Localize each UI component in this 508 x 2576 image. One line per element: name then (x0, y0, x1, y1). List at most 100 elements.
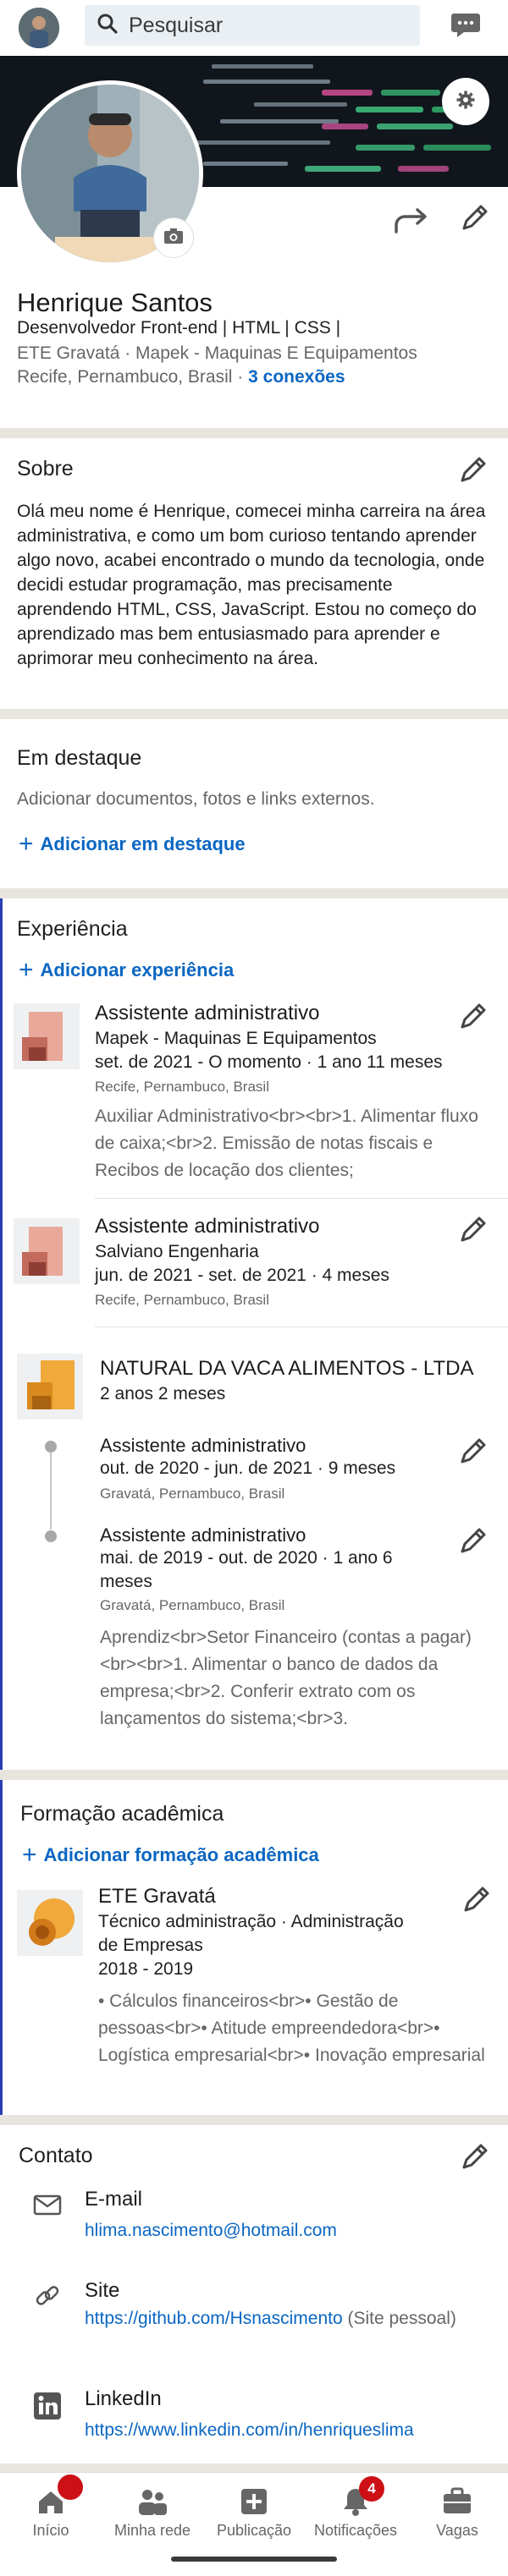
profile-name: Henrique Santos (17, 288, 213, 317)
profile-location-line: Recife, Pernambuco, Brasil · 3 conexões (17, 367, 345, 387)
school-logo (17, 1890, 83, 1956)
role-dates: out. de 2020 - jun. de 2021 · 9 meses (100, 1458, 396, 1478)
section-divider (0, 1770, 508, 1780)
divider (95, 1326, 508, 1327)
bell-icon: 4 (339, 2476, 384, 2518)
briefcase-icon (440, 2485, 474, 2518)
role-dates-cont: meses (100, 1572, 152, 1591)
education-years: 2018 - 2019 (98, 1959, 194, 1979)
share-icon[interactable] (391, 203, 433, 237)
home-indicator (171, 2557, 337, 2562)
section-divider (0, 2463, 508, 2472)
degree-cont: de Empresas (98, 1936, 203, 1955)
nav-label: Minha rede (113, 2522, 191, 2539)
role-location: Gravatá, Pernambuco, Brasil (100, 1597, 285, 1613)
site-label: Site (85, 2279, 120, 2302)
add-experience-link[interactable]: + Adicionar experiência (19, 956, 235, 984)
edit-job-icon[interactable] (456, 1000, 489, 1034)
add-featured-label: Adicionar em destaque (40, 833, 246, 854)
network-icon (135, 2485, 169, 2518)
edit-about-icon[interactable] (456, 453, 489, 487)
edit-profile-icon[interactable] (457, 201, 491, 235)
profile-education-company: ETE Gravatá · Mapek - Maquinas E Equipam… (17, 343, 417, 363)
notification-badge: 4 (359, 2476, 384, 2502)
group-duration: 2 anos 2 meses (100, 1384, 226, 1403)
link-icon (32, 2281, 63, 2311)
gear-icon (456, 90, 476, 114)
featured-title: Em destaque (17, 746, 142, 770)
search-bar[interactable]: Pesquisar (85, 5, 420, 46)
section-divider (0, 2115, 508, 2125)
site-link[interactable]: https://github.com/Hsnascimento (85, 2309, 343, 2328)
job-title: Assistente administrativo (95, 1002, 320, 1024)
focus-accent (0, 898, 3, 2117)
nav-label: Notificações (313, 2522, 398, 2539)
linkedin-link[interactable]: https://www.linkedin.com/in/henriqueslim… (85, 2418, 414, 2442)
section-divider (0, 888, 508, 898)
company-logo (14, 1218, 80, 1284)
plus-icon: + (22, 1841, 37, 1869)
job-title: Assistente administrativo (95, 1215, 320, 1238)
role-title: Assistente administrativo (100, 1435, 306, 1456)
plus-icon: + (19, 956, 34, 984)
company-logo (14, 1003, 80, 1069)
role-title: Assistente administrativo (100, 1524, 306, 1546)
post-icon (237, 2485, 271, 2518)
linkedin-label: LinkedIn (85, 2387, 162, 2410)
featured-subtitle: Adicionar documentos, fotos e links exte… (17, 789, 375, 809)
add-featured-link[interactable]: + Adicionar em destaque (19, 830, 246, 858)
edit-contact-icon[interactable] (457, 2140, 491, 2174)
job-company: Salviano Engenharia (95, 1242, 259, 1261)
connections-link[interactable]: 3 conexões (248, 367, 345, 387)
nav-home[interactable]: Início (0, 2474, 102, 2540)
email-label: E-mail (85, 2188, 143, 2211)
job-location: Recife, Pernambuco, Brasil (95, 1292, 269, 1308)
edit-role-icon[interactable] (456, 1435, 489, 1469)
linkedin-icon (32, 2391, 63, 2421)
nav-label: Publicação (216, 2522, 292, 2539)
search-icon (97, 13, 119, 39)
mail-icon (32, 2189, 63, 2220)
experience-title: Experiência (17, 917, 128, 941)
avatar[interactable] (19, 8, 59, 48)
site-type: (Site pessoal) (342, 2309, 456, 2328)
degree: Técnico administração · Administração (98, 1912, 404, 1931)
edit-job-icon[interactable] (456, 1213, 489, 1247)
divider (95, 1198, 508, 1199)
nav-label: Vagas (436, 2522, 478, 2539)
messaging-icon[interactable] (449, 7, 483, 41)
site-line: https://github.com/Hsnascimento (Site pe… (85, 2306, 474, 2331)
nav-notifications[interactable]: 4 Notificações (305, 2476, 406, 2540)
education-description: • Cálculos financeiros<br>• Gestão de pe… (98, 1991, 485, 2065)
nav-network[interactable]: Minha rede (102, 2485, 203, 2540)
job-company: Mapek - Maquinas E Equipamentos (95, 1029, 377, 1048)
job-dates: set. de 2021 - O momento · 1 ano 11 mese… (95, 1052, 443, 1072)
contact-title: Contato (19, 2144, 93, 2167)
camera-icon (163, 228, 184, 249)
section-divider (0, 709, 508, 719)
home-badge (58, 2474, 83, 2500)
email-link[interactable]: hlima.nascimento@hotmail.com (85, 2218, 337, 2243)
camera-button[interactable] (154, 218, 193, 257)
role-dates: mai. de 2019 - out. de 2020 · 1 ano 6 (100, 1548, 393, 1568)
job-dates: jun. de 2021 - set. de 2021 · 4 meses (95, 1266, 389, 1285)
add-experience-label: Adicionar experiência (40, 959, 235, 980)
edit-role-icon[interactable] (456, 1524, 489, 1558)
company-logo (17, 1354, 83, 1420)
search-input[interactable]: Pesquisar (129, 14, 223, 38)
job-description: Auxiliar Administrativo<br><br>1. Alimen… (95, 1107, 478, 1180)
plus-icon: + (19, 830, 34, 858)
separator-dot: · (237, 367, 244, 387)
about-title: Sobre (17, 457, 74, 481)
timeline (45, 1441, 57, 1542)
home-icon (34, 2474, 83, 2518)
nav-jobs[interactable]: Vagas (406, 2485, 508, 2540)
edit-education-icon[interactable] (459, 1883, 493, 1917)
nav-post[interactable]: Publicação (203, 2485, 305, 2540)
add-education-label: Adicionar formação acadêmica (43, 1844, 319, 1865)
nav-label: Início (32, 2522, 69, 2539)
settings-button[interactable] (442, 78, 489, 125)
add-education-link[interactable]: + Adicionar formação acadêmica (22, 1841, 319, 1869)
profile-headline: Desenvolvedor Front-end | HTML | CSS | (17, 318, 341, 338)
section-divider (0, 428, 508, 438)
